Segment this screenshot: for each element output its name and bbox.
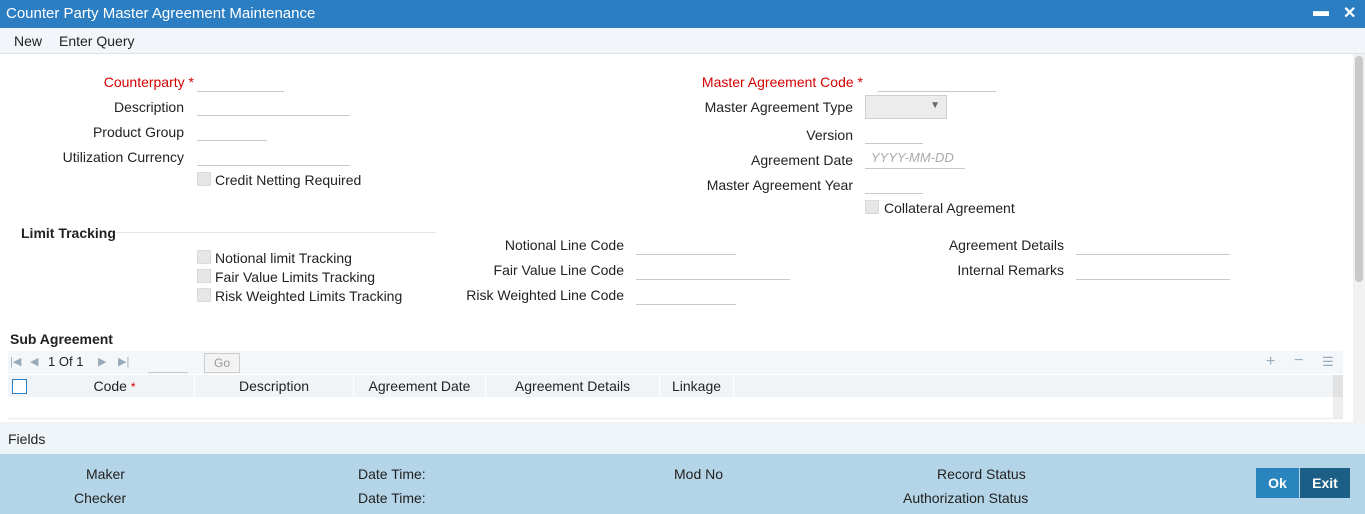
- column-header-agreement-date[interactable]: Agreement Date: [354, 375, 486, 397]
- page-scrollbar-thumb[interactable]: [1355, 56, 1363, 282]
- risk-weighted-tracking-checkbox[interactable]: [197, 288, 211, 302]
- audit-footer: Maker Checker Date Time: Date Time: Mod …: [0, 454, 1365, 514]
- prev-page-icon[interactable]: ◀: [30, 355, 38, 368]
- risk-weighted-line-code-input[interactable]: [636, 283, 736, 305]
- collateral-agreement-checkbox[interactable]: [865, 200, 879, 214]
- minimize-icon[interactable]: ▬: [1313, 3, 1329, 21]
- version-label: Version: [806, 127, 853, 143]
- collateral-agreement-label: Collateral Agreement: [884, 200, 1015, 216]
- credit-netting-label: Credit Netting Required: [215, 172, 362, 188]
- column-header-code[interactable]: Code *: [35, 375, 195, 397]
- menu-enter-query[interactable]: Enter Query: [59, 33, 134, 49]
- sub-agreement-header: Code * Description Agreement Date Agreem…: [8, 375, 1343, 397]
- agreement-details-input[interactable]: [1076, 233, 1230, 255]
- internal-remarks-label: Internal Remarks: [957, 262, 1064, 278]
- fair-value-line-code-input[interactable]: [636, 258, 790, 280]
- menu-new[interactable]: New: [14, 33, 42, 49]
- single-view-icon[interactable]: ☰: [1322, 354, 1334, 370]
- master-agreement-year-input[interactable]: [865, 172, 923, 194]
- credit-netting-checkbox[interactable]: [197, 172, 211, 186]
- master-agreement-year-label: Master Agreement Year: [706, 177, 853, 193]
- authorization-status-label: Authorization Status: [903, 490, 1029, 506]
- dropdown-caret-icon: ▼: [930, 100, 940, 111]
- notional-line-code-input[interactable]: [636, 233, 736, 255]
- internal-remarks-input[interactable]: [1076, 258, 1230, 280]
- checker-label: Checker: [74, 490, 127, 506]
- page-scrollbar[interactable]: [1353, 54, 1365, 422]
- maker-label: Maker: [86, 466, 125, 482]
- counterparty-label: Counterparty *: [103, 74, 194, 90]
- product-group-label: Product Group: [92, 124, 184, 140]
- counterparty-input[interactable]: [197, 70, 284, 92]
- checker-date-time-label: Date Time:: [358, 490, 426, 506]
- page-indicator: 1 Of 1: [48, 354, 84, 369]
- ok-button[interactable]: Ok: [1256, 468, 1299, 498]
- fair-value-line-code-label: Fair Value Line Code: [493, 262, 624, 278]
- column-header-linkage[interactable]: Linkage: [660, 375, 734, 397]
- agreement-details-label: Agreement Details: [948, 237, 1064, 253]
- utilization-currency-label: Utilization Currency: [62, 149, 184, 165]
- window-title: Counter Party Master Agreement Maintenan…: [6, 5, 316, 22]
- sub-agreement-body: [8, 397, 1343, 419]
- limit-tracking-divider: [116, 232, 436, 233]
- fair-value-tracking-checkbox[interactable]: [197, 269, 211, 283]
- master-agreement-code-label: Master Agreement Code *: [701, 74, 863, 90]
- close-icon[interactable]: ✕: [1343, 3, 1356, 23]
- go-button[interactable]: Go: [204, 353, 240, 373]
- title-bar: Counter Party Master Agreement Maintenan…: [0, 0, 1365, 28]
- sub-agreement-title: Sub Agreement: [10, 331, 113, 347]
- description-label: Description: [113, 99, 184, 115]
- page-number-input[interactable]: [148, 351, 188, 373]
- mod-no-label: Mod No: [674, 466, 724, 482]
- menu-bar: New Enter Query: [0, 28, 1365, 54]
- version-input[interactable]: [865, 122, 923, 144]
- description-input[interactable]: [197, 94, 350, 116]
- column-header-agreement-details[interactable]: Agreement Details: [486, 375, 660, 397]
- first-page-icon[interactable]: |◀: [10, 355, 21, 368]
- utilization-currency-input[interactable]: [197, 144, 350, 166]
- product-group-input[interactable]: [197, 119, 267, 141]
- risk-weighted-tracking-label: Risk Weighted Limits Tracking: [215, 288, 403, 304]
- agreement-date-label: Agreement Date: [751, 152, 853, 168]
- grid-scrollbar-top[interactable]: [1333, 375, 1343, 397]
- maker-date-time-label: Date Time:: [358, 466, 426, 482]
- grid-scrollbar[interactable]: [1333, 397, 1343, 418]
- next-page-icon[interactable]: ▶: [98, 355, 106, 368]
- delete-row-icon[interactable]: −: [1294, 352, 1303, 370]
- add-row-icon[interactable]: +: [1266, 353, 1275, 371]
- fair-value-tracking-label: Fair Value Limits Tracking: [215, 269, 376, 285]
- record-status-label: Record Status: [937, 466, 1026, 482]
- fields-bar: Fields: [0, 422, 1365, 454]
- select-all-checkbox[interactable]: [12, 379, 27, 394]
- limit-tracking-title: Limit Tracking: [21, 225, 116, 241]
- exit-button[interactable]: Exit: [1300, 468, 1350, 498]
- sub-agreement-toolbar: |◀ ◀ 1 Of 1 ▶ ▶| Go + − ☰: [8, 351, 1343, 374]
- master-agreement-code-input[interactable]: [878, 70, 996, 92]
- column-header-description[interactable]: Description: [195, 375, 354, 397]
- master-agreement-type-label: Master Agreement Type: [704, 99, 853, 115]
- agreement-date-input[interactable]: [865, 147, 965, 169]
- risk-weighted-line-code-label: Risk Weighted Line Code: [466, 287, 624, 303]
- fields-link[interactable]: Fields: [8, 431, 45, 447]
- master-agreement-type-select[interactable]: ▼: [865, 95, 947, 119]
- last-page-icon[interactable]: ▶|: [118, 355, 129, 368]
- notional-tracking-label: Notional limit Tracking: [215, 250, 352, 266]
- notional-line-code-label: Notional Line Code: [504, 237, 624, 253]
- notional-tracking-checkbox[interactable]: [197, 250, 211, 264]
